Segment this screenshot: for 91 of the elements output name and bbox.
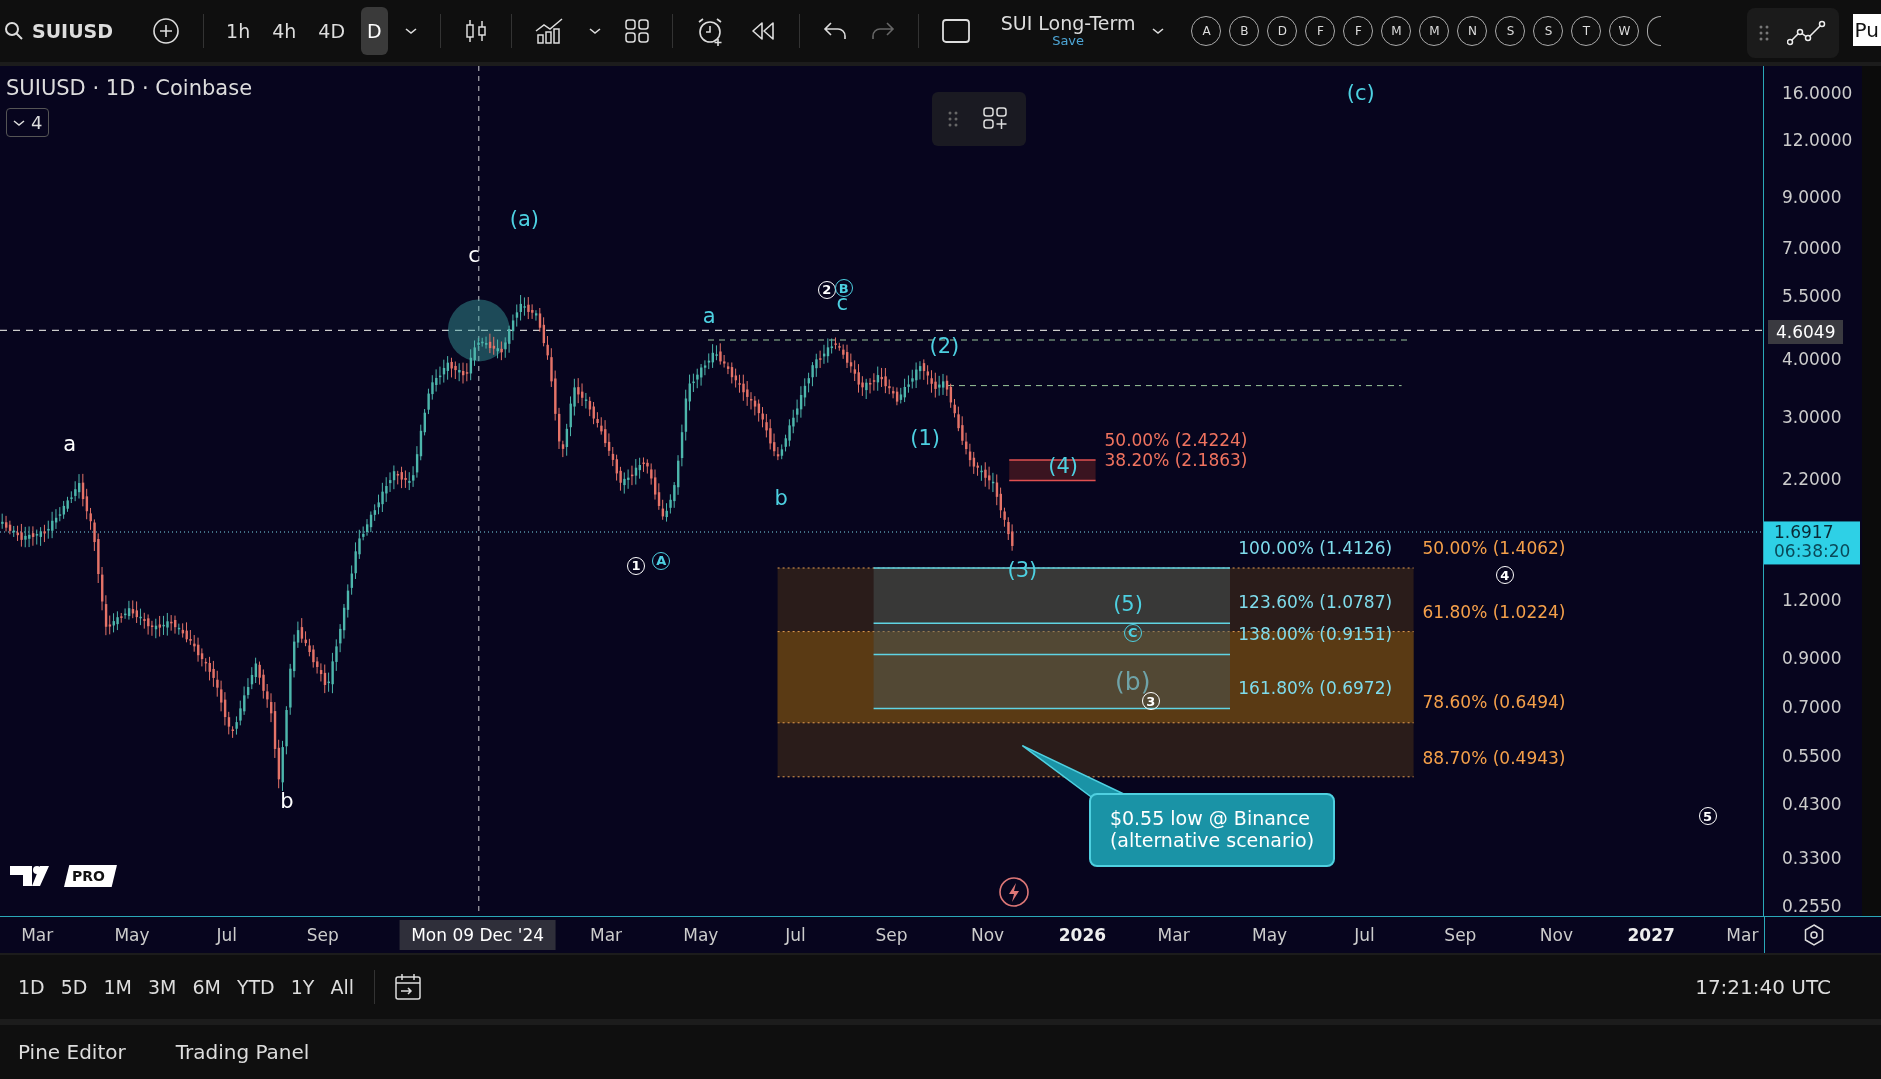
time-axis-label: Sep bbox=[875, 925, 908, 945]
price-tick-label: 0.4300 bbox=[1782, 794, 1842, 815]
wave-label: (a) bbox=[509, 208, 539, 230]
layout-name: SUI Long-Term bbox=[1000, 13, 1136, 35]
time-axis-label: Sep bbox=[1444, 925, 1477, 945]
price-tick-label: 0.5500 bbox=[1782, 746, 1842, 767]
price-tick-label: 0.3300 bbox=[1782, 848, 1842, 869]
time-axis-label: Jul bbox=[785, 925, 806, 945]
price-marker: 4.6049 bbox=[1768, 319, 1844, 344]
time-axis-label: May bbox=[683, 925, 719, 945]
price-tick-label: 0.2550 bbox=[1782, 896, 1842, 916]
wave-label: (1) bbox=[910, 427, 941, 449]
price-tick-label: 3.0000 bbox=[1782, 406, 1842, 427]
chart-legend-title: SUIUSD · 1D · Coinbase bbox=[6, 76, 253, 100]
range-button[interactable]: YTD bbox=[234, 972, 277, 1002]
collapse-indicators-button[interactable]: 4 bbox=[6, 108, 50, 137]
price-tick-label: 16.0000 bbox=[1782, 82, 1853, 103]
current-price: 1.6917 bbox=[1774, 523, 1835, 543]
price-tick-label: 0.9000 bbox=[1782, 648, 1842, 668]
calendar-icon[interactable] bbox=[393, 972, 423, 1002]
wave-label: b bbox=[774, 487, 788, 509]
time-axis-label: Mar bbox=[21, 925, 54, 945]
price-tick-label: 0.7000 bbox=[1782, 697, 1842, 718]
fib-level-label: 123.60% (1.0787) bbox=[1238, 593, 1393, 611]
time-axis-label: Jul bbox=[216, 925, 238, 945]
clock-time: 17:21:40 UTC bbox=[1695, 975, 1831, 999]
interval-button[interactable]: 1h bbox=[220, 7, 257, 55]
price-tick-label: 9.0000 bbox=[1782, 187, 1842, 208]
wave-label: (c) bbox=[1346, 82, 1375, 104]
crosshair-date-label: Mon 09 Dec '24 bbox=[399, 920, 557, 950]
range-button[interactable]: 3M bbox=[145, 972, 179, 1002]
time-axis-label: May bbox=[114, 925, 150, 945]
chevron-down-icon bbox=[13, 118, 25, 127]
pro-badge: PRO bbox=[64, 865, 117, 887]
time-axis-label: Nov bbox=[971, 925, 1005, 945]
bar-countdown: 06:38:20 bbox=[1774, 542, 1852, 563]
fib-level-label: 61.80% (1.0224) bbox=[1422, 603, 1566, 621]
symbol-search[interactable]: SUIUSD bbox=[4, 20, 114, 42]
time-axis-label: Jul bbox=[1354, 925, 1375, 945]
time-axis-label: 2026 bbox=[1058, 925, 1107, 945]
interval-button[interactable]: 4h bbox=[266, 7, 303, 55]
range-button[interactable]: 1Y bbox=[288, 972, 317, 1002]
range-button[interactable]: All bbox=[328, 972, 356, 1002]
panel-tab[interactable]: Pine Editor bbox=[18, 1040, 126, 1064]
overflow-button[interactable]: Pu bbox=[1852, 14, 1881, 46]
time-axis-label: Nov bbox=[1539, 925, 1573, 945]
wave-label: (2) bbox=[929, 335, 960, 357]
price-tick-label: 5.5000 bbox=[1782, 285, 1842, 306]
cursor-highlight bbox=[447, 299, 510, 362]
fib-level-label: 100.00% (1.4126) bbox=[1238, 539, 1393, 557]
search-icon bbox=[4, 21, 24, 41]
wave-label: c bbox=[468, 244, 480, 266]
fib-level-label: 161.80% (0.6972) bbox=[1238, 679, 1393, 697]
wave-label: a bbox=[63, 433, 77, 455]
wave-label: b bbox=[280, 790, 294, 812]
fib-level-label: 78.60% (0.6494) bbox=[1422, 693, 1566, 711]
interval-button[interactable]: 4D bbox=[312, 7, 352, 55]
lightning-icon[interactable] bbox=[998, 876, 1030, 908]
price-tick-label: 4.0000 bbox=[1782, 349, 1842, 370]
wave-label: a bbox=[702, 305, 716, 327]
wave-label: (5) bbox=[1113, 593, 1143, 615]
fib-level-label: 38.20% (2.1863) bbox=[1104, 451, 1248, 469]
range-button[interactable]: 1M bbox=[101, 972, 134, 1002]
wave-label: (b) bbox=[1115, 668, 1151, 694]
price-tick-label: 12.0000 bbox=[1782, 129, 1853, 150]
time-axis-label: Mar bbox=[589, 925, 623, 945]
fib-level-label: 50.00% (2.4224) bbox=[1104, 431, 1248, 449]
time-axis-label: Mar bbox=[1157, 925, 1190, 945]
add-widget-icon[interactable] bbox=[982, 106, 1010, 132]
wave-label: (4) bbox=[1048, 455, 1079, 477]
range-button[interactable]: 1D bbox=[16, 972, 47, 1002]
fib-level-label: 50.00% (1.4062) bbox=[1422, 539, 1566, 557]
drag-handle-icon[interactable] bbox=[1759, 24, 1769, 42]
drag-handle-icon[interactable] bbox=[948, 110, 958, 128]
fib-level-label: 138.00% (0.9151) bbox=[1238, 625, 1393, 643]
time-axis-label: Sep bbox=[306, 925, 339, 945]
time-axis-label: Mar bbox=[1726, 925, 1759, 945]
save-status: Save bbox=[1052, 34, 1085, 49]
time-axis-label: 2027 bbox=[1627, 925, 1675, 945]
interval-button[interactable]: D bbox=[361, 7, 388, 55]
fib-level-label: 88.70% (0.4943) bbox=[1422, 749, 1566, 767]
settings-icon[interactable] bbox=[1802, 923, 1826, 947]
layout-name-button[interactable]: SUI Long-Term Save bbox=[1000, 13, 1136, 49]
price-tick-label: 7.0000 bbox=[1782, 237, 1842, 258]
price-tick-label: 2.2000 bbox=[1782, 469, 1842, 490]
range-button[interactable]: 6M bbox=[190, 972, 223, 1002]
range-button[interactable]: 5D bbox=[58, 972, 90, 1002]
price-tick-label: 1.2000 bbox=[1782, 590, 1842, 611]
wave-path-icon[interactable] bbox=[1787, 20, 1827, 46]
panel-tab[interactable]: Trading Panel bbox=[175, 1040, 310, 1064]
time-axis-label: May bbox=[1252, 925, 1288, 945]
